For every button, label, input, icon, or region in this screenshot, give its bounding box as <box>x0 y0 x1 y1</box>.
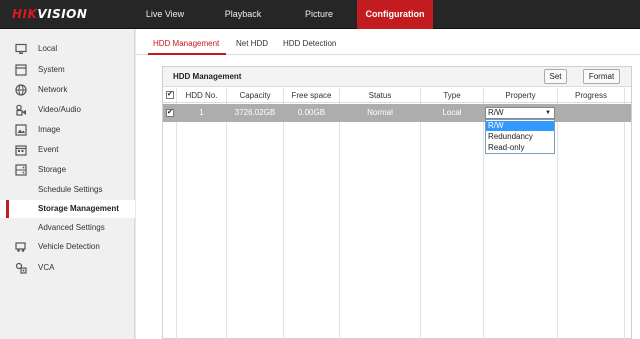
cell-hdd-no: 1 <box>199 108 204 117</box>
sidebar-subitem-storage-management[interactable]: Storage Management <box>0 200 135 218</box>
property-dropdown-list: R/W Redundancy Read-only <box>485 119 555 154</box>
tab-hdd-management[interactable]: HDD Management <box>153 39 219 48</box>
column-divider <box>420 88 421 339</box>
column-divider <box>557 88 558 339</box>
sidebar-item-system[interactable]: System <box>0 60 135 80</box>
globe-icon <box>15 84 27 96</box>
sidebar-item-label: Image <box>38 125 61 134</box>
sidebar-item-vehicle-detection[interactable]: Vehicle Detection <box>0 237 135 257</box>
tab-hdd-detection[interactable]: HDD Detection <box>283 39 336 48</box>
nav-configuration[interactable]: Configuration <box>357 0 433 29</box>
property-select-value: R/W <box>488 108 504 117</box>
sidebar-item-label: Storage <box>38 165 67 174</box>
nav-picture[interactable]: Picture <box>290 0 348 29</box>
column-header-status: Status <box>368 91 392 100</box>
sidebar-item-label: System <box>38 65 65 74</box>
column-header-hdd-no: HDD No. <box>185 91 218 100</box>
main-content: HDD Management Net HDD HDD Detection HDD… <box>136 29 640 339</box>
cell-progress <box>558 104 624 122</box>
sidebar-item-storage[interactable]: Storage <box>0 160 135 180</box>
column-divider <box>483 88 484 339</box>
property-option-rw[interactable]: R/W <box>486 121 554 131</box>
chevron-down-icon: ▼ <box>545 110 551 116</box>
sidebar-item-label: Network <box>38 85 68 94</box>
column-divider <box>624 88 625 339</box>
image-icon <box>15 124 27 136</box>
active-tab-indicator <box>148 53 226 55</box>
column-header-capacity: Capacity <box>239 91 271 100</box>
format-button[interactable]: Format <box>583 69 620 84</box>
sidebar-item-network[interactable]: Network <box>0 80 135 100</box>
sidebar-subitem-advanced-settings[interactable]: Advanced Settings <box>0 219 135 237</box>
cell-free-space: 0.00GB <box>297 108 326 117</box>
row-checkbox[interactable] <box>166 108 174 117</box>
hdd-management-panel: HDD Management Set Format HDD No. Capaci… <box>162 66 632 339</box>
set-button[interactable]: Set <box>544 69 567 84</box>
cell-type: Local <box>442 108 462 117</box>
table-header: HDD No. Capacity Free space Status Type … <box>163 88 631 103</box>
monitor-icon <box>15 43 27 54</box>
sidebar-item-local[interactable]: Local <box>0 39 135 59</box>
top-navigation-bar: HIKVISION Live View Playback Picture Con… <box>0 0 640 29</box>
property-option-redundancy[interactable]: Redundancy <box>486 132 554 142</box>
sidebar-item-vca[interactable]: VCA <box>0 258 135 278</box>
nav-live-view[interactable]: Live View <box>136 0 194 29</box>
sidebar-item-label: VCA <box>38 263 55 272</box>
vehicle-detection-icon <box>15 242 26 252</box>
column-divider <box>176 88 177 339</box>
sidebar-item-label: Video/Audio <box>38 105 81 114</box>
video-audio-icon <box>16 104 26 116</box>
sidebar-item-label: Vehicle Detection <box>38 242 100 251</box>
system-icon <box>15 64 27 76</box>
cell-status: Normal <box>367 108 393 117</box>
sidebar: Local System Network Video/Audio Image E… <box>0 29 135 339</box>
sidebar-subitem-label: Advanced Settings <box>38 223 105 232</box>
column-header-property: Property <box>505 91 536 100</box>
column-header-progress: Progress <box>574 91 607 100</box>
column-divider <box>339 88 340 339</box>
storage-icon <box>15 164 27 176</box>
column-divider <box>283 88 284 339</box>
column-divider <box>226 88 227 339</box>
sidebar-item-label: Event <box>38 145 59 154</box>
property-option-read-only[interactable]: Read-only <box>486 143 554 153</box>
panel-title: HDD Management <box>173 72 242 81</box>
panel-header: HDD Management Set Format <box>163 67 631 87</box>
sidebar-subitem-schedule-settings[interactable]: Schedule Settings <box>0 181 135 199</box>
sidebar-item-event[interactable]: Event <box>0 140 135 160</box>
cell-capacity: 3726.02GB <box>234 108 276 117</box>
nav-playback[interactable]: Playback <box>212 0 274 29</box>
sidebar-item-label: Local <box>38 44 58 53</box>
select-all-checkbox[interactable] <box>166 90 174 99</box>
property-select[interactable]: R/W ▼ <box>485 107 555 119</box>
calendar-icon <box>15 145 27 156</box>
column-header-type: Type <box>443 91 461 100</box>
column-header-free-space: Free space <box>291 91 332 100</box>
vca-icon <box>15 262 27 274</box>
hikvision-logo: HIKVISION <box>12 7 88 21</box>
table-row[interactable]: 1 3726.02GB 0.00GB Normal Local <box>163 104 631 122</box>
sidebar-item-image[interactable]: Image <box>0 120 135 140</box>
tab-net-hdd[interactable]: Net HDD <box>236 39 268 48</box>
sidebar-subitem-label: Storage Management <box>38 204 119 213</box>
tab-bar: HDD Management Net HDD HDD Detection <box>136 29 640 55</box>
sidebar-subitem-label: Schedule Settings <box>38 185 103 194</box>
sidebar-item-video-audio[interactable]: Video/Audio <box>0 100 135 120</box>
